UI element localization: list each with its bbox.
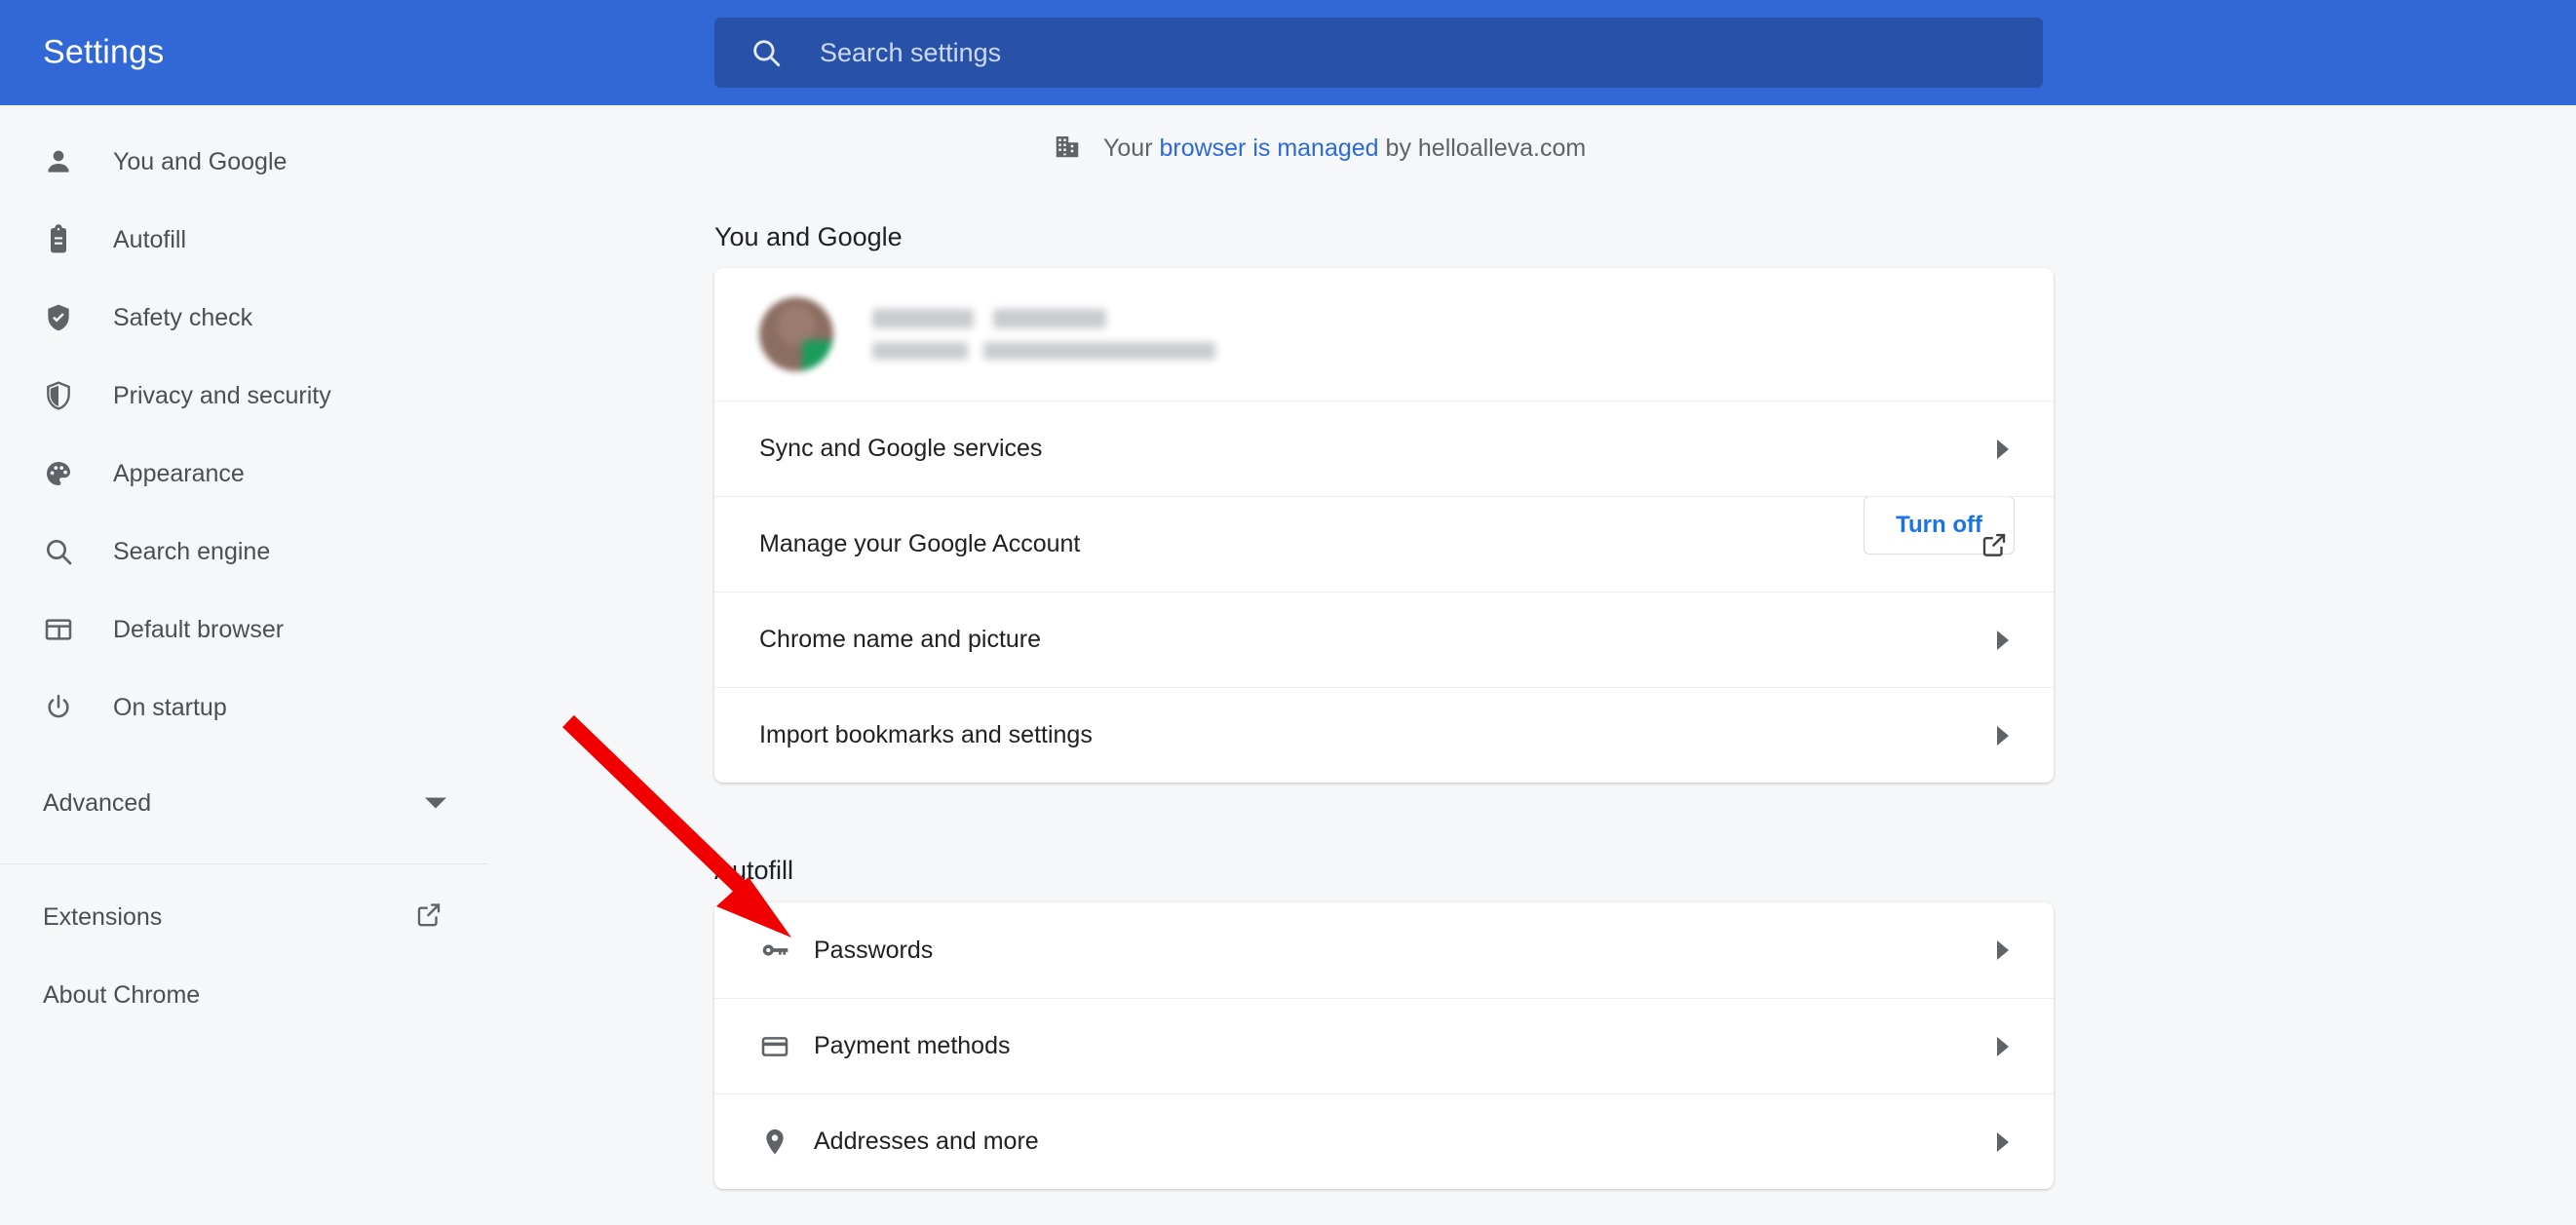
sidebar-item-label: You and Google (113, 148, 287, 176)
row-label: Sync and Google services (759, 435, 1042, 463)
sidebar-item-you-and-google[interactable]: You and Google (0, 123, 487, 201)
row-label: Payment methods (814, 1032, 1011, 1060)
row-payment-methods[interactable]: Payment methods (714, 998, 2054, 1093)
sidebar-item-advanced[interactable]: Advanced (0, 764, 487, 842)
sidebar-divider (0, 863, 487, 864)
sidebar-spacer (0, 746, 487, 764)
building-icon (1053, 132, 1082, 166)
sidebar-item-label: Autofill (113, 226, 186, 254)
location-pin-icon (759, 1127, 814, 1158)
account-email-redacted-a (872, 342, 968, 360)
sidebar-item-extensions[interactable]: Extensions (0, 878, 487, 956)
clipboard-icon (43, 224, 82, 255)
row-manage-your-google-account[interactable]: Manage your Google Account (714, 496, 2054, 592)
search-icon (43, 536, 82, 567)
search-settings-box[interactable] (714, 18, 2043, 88)
chevron-right-icon (1997, 440, 2009, 459)
sidebar: You and Google Autofill Safety check (0, 105, 487, 1225)
sidebar-item-appearance[interactable]: Appearance (0, 435, 487, 513)
section-heading-you-and-google: You and Google (714, 222, 903, 252)
key-icon (759, 935, 814, 966)
row-label: Import bookmarks and settings (759, 721, 1093, 749)
shield-half-icon (43, 380, 82, 411)
avatar (759, 297, 833, 371)
sidebar-item-about-chrome[interactable]: About Chrome (0, 956, 487, 1034)
chevron-right-icon (1997, 1037, 2009, 1056)
row-label: Passwords (814, 937, 933, 965)
sidebar-item-label: Search engine (113, 538, 270, 566)
account-name-redacted (872, 309, 974, 328)
autofill-card: Passwords Payment methods (714, 902, 2054, 1189)
row-label: Addresses and more (814, 1128, 1039, 1156)
settings-page: Settings You and Google (0, 0, 2576, 1225)
palette-icon (43, 458, 82, 489)
sidebar-item-label: Appearance (113, 460, 245, 488)
sidebar-item-label: About Chrome (43, 981, 200, 1010)
row-passwords[interactable]: Passwords (714, 902, 2054, 998)
external-link-icon (1980, 530, 2009, 559)
sidebar-item-on-startup[interactable]: On startup (0, 669, 487, 746)
main-content: Your browser is managed by helloalleva.c… (487, 105, 2576, 1225)
chevron-right-icon (1997, 726, 2009, 746)
sync-badge-icon (802, 340, 833, 371)
row-label: Manage your Google Account (759, 530, 1080, 558)
managed-banner-text: Your browser is managed by helloalleva.c… (1103, 134, 1586, 163)
power-icon (43, 692, 82, 723)
credit-card-icon (759, 1031, 814, 1062)
row-import-bookmarks-and-settings[interactable]: Import bookmarks and settings (714, 687, 2054, 783)
account-row[interactable]: Turn off (714, 268, 2054, 401)
sidebar-item-safety-check[interactable]: Safety check (0, 279, 487, 357)
chevron-right-icon (1997, 631, 2009, 650)
sidebar-item-default-browser[interactable]: Default browser (0, 591, 487, 669)
section-heading-autofill: Autofill (714, 856, 793, 886)
page-title: Settings (43, 34, 164, 72)
row-chrome-name-and-picture[interactable]: Chrome name and picture (714, 592, 2054, 687)
row-sync-and-google-services[interactable]: Sync and Google services (714, 401, 2054, 496)
shield-check-icon (43, 302, 82, 333)
sidebar-item-privacy-and-security[interactable]: Privacy and security (0, 357, 487, 435)
search-icon (750, 36, 783, 69)
sidebar-item-label: On startup (113, 694, 227, 722)
browser-window-icon (43, 614, 82, 645)
sidebar-item-label: Privacy and security (113, 382, 331, 410)
managed-browser-banner: Your browser is managed by helloalleva.c… (1053, 132, 1586, 166)
account-surname-redacted (993, 309, 1106, 328)
sidebar-top-spacer (0, 105, 487, 123)
chevron-right-icon (1997, 940, 2009, 960)
chevron-down-icon (425, 798, 446, 809)
sidebar-item-label: Default browser (113, 616, 284, 644)
row-addresses-and-more[interactable]: Addresses and more (714, 1093, 2054, 1189)
account-email-redacted-b (983, 342, 1215, 360)
managed-suffix: by helloalleva.com (1379, 134, 1587, 162)
sidebar-item-label: Safety check (113, 304, 252, 332)
search-input[interactable] (820, 38, 2043, 68)
chevron-right-icon (1997, 1132, 2009, 1152)
app-header: Settings (0, 0, 2576, 105)
you-and-google-card: Turn off Sync and Google services Manage… (714, 268, 2054, 783)
account-identity (872, 309, 1215, 360)
sidebar-item-label: Extensions (43, 903, 162, 932)
sidebar-item-search-engine[interactable]: Search engine (0, 513, 487, 591)
external-link-icon[interactable] (414, 900, 443, 935)
managed-link[interactable]: browser is managed (1159, 134, 1378, 162)
sidebar-item-label: Advanced (43, 789, 151, 818)
sidebar-item-autofill[interactable]: Autofill (0, 201, 487, 279)
row-label: Chrome name and picture (759, 626, 1041, 654)
managed-prefix: Your (1103, 134, 1159, 162)
person-icon (43, 146, 82, 177)
